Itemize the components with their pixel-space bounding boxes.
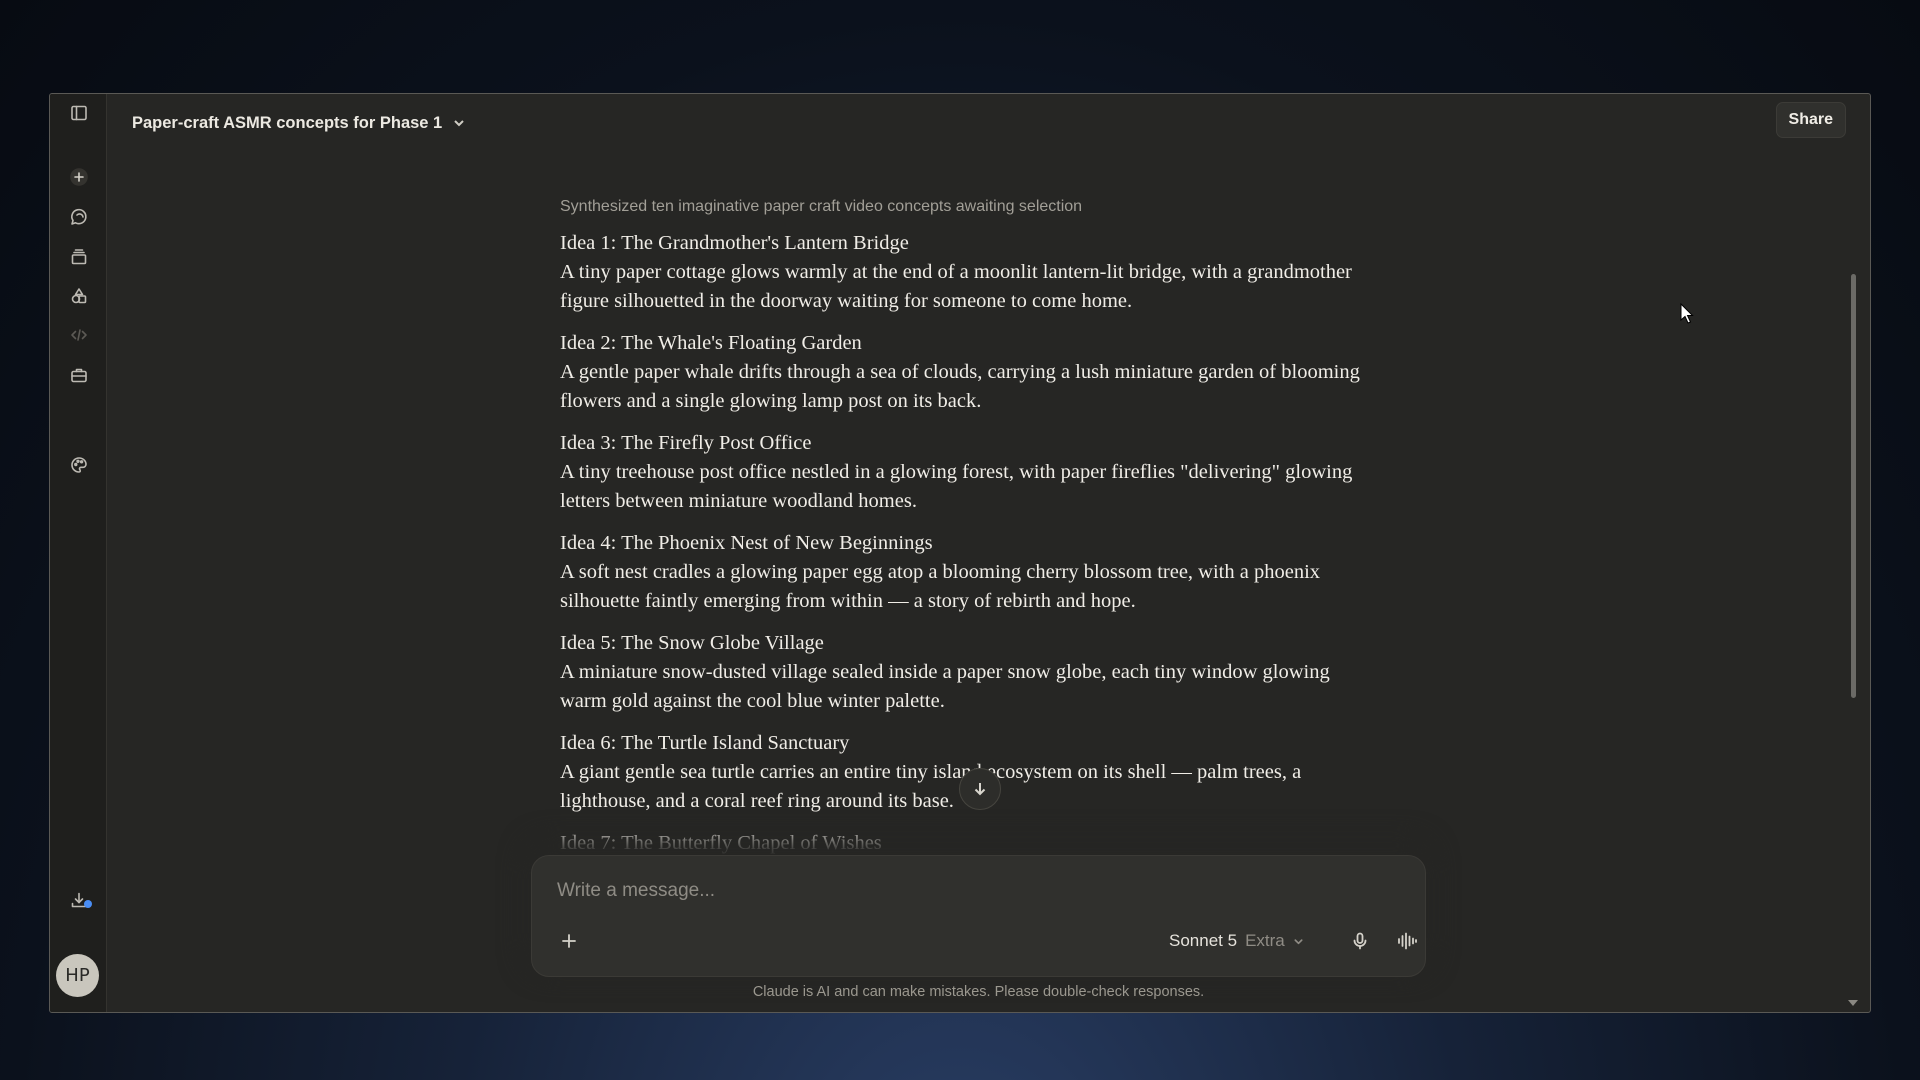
- sidebar-rail: HP: [50, 94, 107, 1012]
- idea-item: Idea 1: The Grandmother's Lantern Bridge…: [560, 229, 1380, 316]
- idea-title: Idea 4: The Phoenix Nest of New Beginnin…: [560, 532, 933, 554]
- idea-description: A miniature snow-dusted village sealed i…: [560, 661, 1330, 712]
- scroll-to-bottom-button[interactable]: [959, 768, 1001, 810]
- palette-icon[interactable]: [63, 449, 95, 481]
- audio-waveform-icon: [1398, 932, 1417, 950]
- microphone-icon: [1353, 932, 1367, 950]
- thinking-summary[interactable]: Synthesized ten imaginative paper craft …: [560, 198, 1380, 216]
- idea-title: Idea 1: The Grandmother's Lantern Bridge: [560, 232, 909, 254]
- message-input[interactable]: Write a message...: [557, 880, 715, 902]
- idea-title: Idea 3: The Firefly Post Office: [560, 432, 812, 454]
- idea-title: Idea 7: The Butterfly Chapel of Wishes: [560, 832, 882, 854]
- scrollbar-down-arrow[interactable]: [1848, 1000, 1858, 1006]
- chevron-down-icon: [454, 120, 464, 127]
- scrollbar-thumb[interactable]: [1851, 274, 1856, 698]
- disclaimer-text: Claude is AI and can make mistakes. Plea…: [752, 984, 1205, 1000]
- mouse-cursor-icon: [1680, 302, 1694, 324]
- idea-item: Idea 5: The Snow Globe Village A miniatu…: [560, 629, 1380, 716]
- idea-description: A tiny paper cottage glows warmly at the…: [560, 261, 1352, 312]
- plus-icon: [562, 934, 576, 948]
- idea-description: A tiny treehouse post office nestled in …: [560, 461, 1353, 512]
- idea-title: Idea 6: The Turtle Island Sanctuary: [560, 732, 850, 754]
- model-selector[interactable]: Sonnet 5 Extra: [1169, 928, 1304, 954]
- projects-icon[interactable]: [63, 241, 95, 273]
- new-chat-icon[interactable]: [63, 161, 95, 193]
- microphone-button[interactable]: [1347, 928, 1373, 954]
- model-name: Sonnet 5: [1169, 931, 1238, 950]
- avatar[interactable]: HP: [56, 954, 99, 997]
- chat-title: Paper-craft ASMR concepts for Phase 1: [132, 113, 443, 132]
- idea-title: Idea 2: The Whale's Floating Garden: [560, 332, 862, 354]
- idea-description: A soft nest cradles a glowing paper egg …: [560, 561, 1321, 612]
- idea-title: Idea 5: The Snow Globe Village: [560, 632, 824, 654]
- idea-item: Idea 7: The Butterfly Chapel of Wishes: [560, 829, 1380, 858]
- share-button[interactable]: Share: [1775, 102, 1846, 138]
- model-mode: Extra: [1245, 931, 1285, 950]
- idea-item: Idea 3: The Firefly Post Office A tiny t…: [560, 429, 1380, 516]
- add-attachment-button[interactable]: [556, 928, 582, 954]
- code-icon[interactable]: [63, 319, 95, 351]
- sidebar-toggle-icon[interactable]: [63, 97, 95, 129]
- idea-item: Idea 4: The Phoenix Nest of New Beginnin…: [560, 529, 1380, 616]
- artifacts-icon[interactable]: [63, 280, 95, 312]
- chats-icon[interactable]: [63, 201, 95, 233]
- chat-title-dropdown[interactable]: Paper-craft ASMR concepts for Phase 1: [132, 107, 466, 139]
- voice-mode-button[interactable]: [1394, 928, 1420, 954]
- arrow-down-icon: [974, 783, 986, 796]
- notification-dot: [84, 900, 92, 908]
- briefcase-icon[interactable]: [63, 359, 95, 391]
- message-composer: Write a message... Sonnet 5 Extra: [531, 855, 1426, 977]
- message-thread: Synthesized ten imaginative paper craft …: [560, 198, 1380, 952]
- app-window: HP Paper-craft ASMR concepts for Phase 1…: [49, 93, 1871, 1013]
- chevron-down-icon: [1294, 938, 1303, 944]
- idea-item: Idea 2: The Whale's Floating Garden A ge…: [560, 329, 1380, 416]
- idea-description: A gentle paper whale drifts through a se…: [560, 361, 1360, 412]
